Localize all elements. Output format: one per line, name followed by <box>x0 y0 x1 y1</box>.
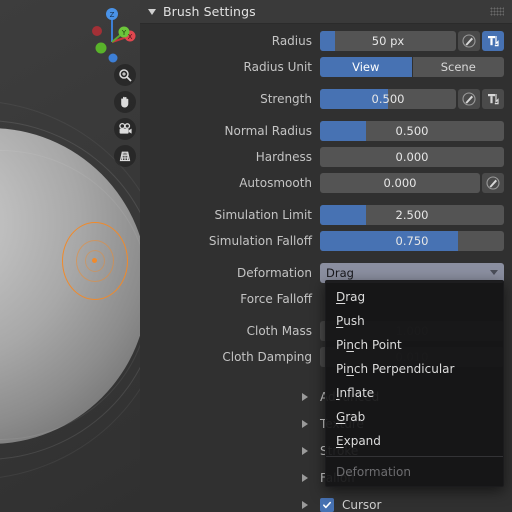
triangle-right-icon <box>302 392 308 401</box>
menu-item-mnemonic: n <box>346 338 354 352</box>
label-cloth-mass: Cloth Mass <box>246 324 312 338</box>
row-normal-radius: Normal Radius 0.500 <box>148 120 504 142</box>
svg-text:Y: Y <box>121 29 127 37</box>
menu-item-push[interactable]: Push <box>326 309 503 333</box>
label-autosmooth: Autosmooth <box>239 176 312 190</box>
menu-item-mnemonic: E <box>336 434 344 448</box>
navigation-gizmo[interactable]: Z X Y <box>86 4 140 66</box>
blender-window: Z X Y Brush Settings Radius 50 px Radius… <box>0 0 512 512</box>
radius-unit-option-view[interactable]: View <box>320 57 412 77</box>
normal-radius-slider[interactable]: 0.500 <box>320 121 504 141</box>
label-simulation-falloff: Simulation Falloff <box>208 234 312 248</box>
brush-cursor-center-dot <box>92 258 97 263</box>
zoom-tool-button[interactable] <box>114 64 136 86</box>
row-simulation-limit: Simulation Limit 2.500 <box>148 204 504 226</box>
cursor-checkbox[interactable] <box>320 497 334 512</box>
menu-item-label: nflate <box>339 386 375 400</box>
radius-slider[interactable]: 50 px <box>320 31 456 51</box>
svg-text:X: X <box>128 33 133 41</box>
row-simulation-falloff: Simulation Falloff 0.750 <box>148 230 504 252</box>
grip-dots-icon[interactable] <box>490 7 504 16</box>
radius-unit-toggle[interactable]: View Scene <box>320 57 504 77</box>
strength-slider[interactable]: 0.500 <box>320 89 456 109</box>
menu-item-pinch-perpendicular[interactable]: Pi n ch Perpendicular <box>326 357 503 381</box>
radius-unit-option-scene[interactable]: Scene <box>412 57 504 77</box>
viewport-tool-strip[interactable] <box>114 64 140 172</box>
menu-item-label: ch Perpendicular <box>353 362 455 376</box>
deformation-selected-value: Drag <box>326 266 354 280</box>
panel-header[interactable]: Brush Settings <box>140 0 512 24</box>
triangle-down-icon[interactable] <box>148 8 156 15</box>
pressure-curve-icon[interactable] <box>482 89 504 109</box>
pan-tool-button[interactable] <box>114 91 136 113</box>
label-radius: Radius <box>271 34 312 48</box>
pressure-autosmooth-icon[interactable] <box>482 173 504 193</box>
deformation-dropdown-menu[interactable]: Drag Push Pi n ch Point Pi n ch Perpendicula… <box>325 280 504 487</box>
label-cloth-damping: Cloth Damping <box>222 350 312 364</box>
row-autosmooth: Autosmooth 0.000 <box>148 172 504 194</box>
page-title: Brush Settings <box>163 4 256 19</box>
brush-cursor <box>62 222 128 300</box>
row-strength: Strength 0.500 <box>148 88 504 110</box>
menu-item-label: ch Point <box>353 338 402 352</box>
menu-title: Deformation <box>336 465 411 479</box>
autosmooth-value: 0.000 <box>383 176 417 190</box>
section-cursor[interactable]: Cursor <box>288 491 488 512</box>
label-hardness: Hardness <box>255 150 312 164</box>
hardness-value: 0.000 <box>395 150 429 164</box>
simulation-falloff-value: 0.750 <box>395 234 429 248</box>
menu-item-mnemonic: P <box>336 314 344 328</box>
menu-item-inflate[interactable]: Inflate <box>326 381 503 405</box>
menu-item-grab[interactable]: Grab <box>326 405 503 429</box>
menu-item-mnemonic: n <box>346 362 354 376</box>
section-label: Cursor <box>342 497 382 512</box>
menu-item-label: Pi <box>336 338 347 352</box>
svg-text:Z: Z <box>110 11 115 19</box>
menu-item-pinch-point[interactable]: Pi n ch Point <box>326 333 503 357</box>
camera-view-button[interactable] <box>114 118 136 140</box>
menu-item-mnemonic: D <box>336 290 346 304</box>
label-simulation-limit: Simulation Limit <box>214 208 312 222</box>
menu-item-label: xpand <box>343 434 381 448</box>
label-strength: Strength <box>260 92 312 106</box>
toggle-perspective-button[interactable] <box>114 145 136 167</box>
triangle-right-icon <box>302 419 308 428</box>
simulation-limit-slider[interactable]: 2.500 <box>320 205 504 225</box>
row-radius: Radius 50 px <box>148 30 504 52</box>
menu-item-label: Pi <box>336 362 347 376</box>
simulation-limit-value: 2.500 <box>395 208 429 222</box>
label-deformation: Deformation <box>237 266 312 280</box>
hardness-slider[interactable]: 0.000 <box>320 147 504 167</box>
brush-settings-panel: Brush Settings Radius 50 px Radius Unit … <box>140 0 512 512</box>
menu-item-expand[interactable]: Expand <box>326 429 503 453</box>
row-hardness: Hardness 0.000 <box>148 146 504 168</box>
radius-value: 50 px <box>371 34 405 48</box>
label-radius-unit: Radius Unit <box>243 60 312 74</box>
3d-viewport[interactable]: Z X Y <box>0 0 140 512</box>
normal-radius-value: 0.500 <box>395 124 429 138</box>
triangle-right-icon <box>302 473 308 482</box>
strength-value: 0.500 <box>371 92 405 106</box>
menu-item-label: rag <box>345 290 366 304</box>
menu-item-label: ush <box>343 314 365 328</box>
menu-separator <box>326 456 503 457</box>
label-normal-radius: Normal Radius <box>224 124 312 138</box>
chevron-down-icon <box>490 270 498 275</box>
pressure-curve-icon[interactable] <box>482 31 504 51</box>
pressure-strength-icon[interactable] <box>458 89 480 109</box>
menu-item-drag[interactable]: Drag <box>326 285 503 309</box>
row-radius-unit: Radius Unit View Scene <box>148 56 504 78</box>
pressure-radius-icon[interactable] <box>458 31 480 51</box>
menu-item-label: rab <box>345 410 366 424</box>
triangle-right-icon <box>302 500 308 509</box>
autosmooth-slider[interactable]: 0.000 <box>320 173 480 193</box>
label-force-falloff: Force Falloff <box>240 292 312 306</box>
triangle-right-icon <box>302 446 308 455</box>
simulation-falloff-slider[interactable]: 0.750 <box>320 231 504 251</box>
menu-item-mnemonic: G <box>336 410 346 424</box>
